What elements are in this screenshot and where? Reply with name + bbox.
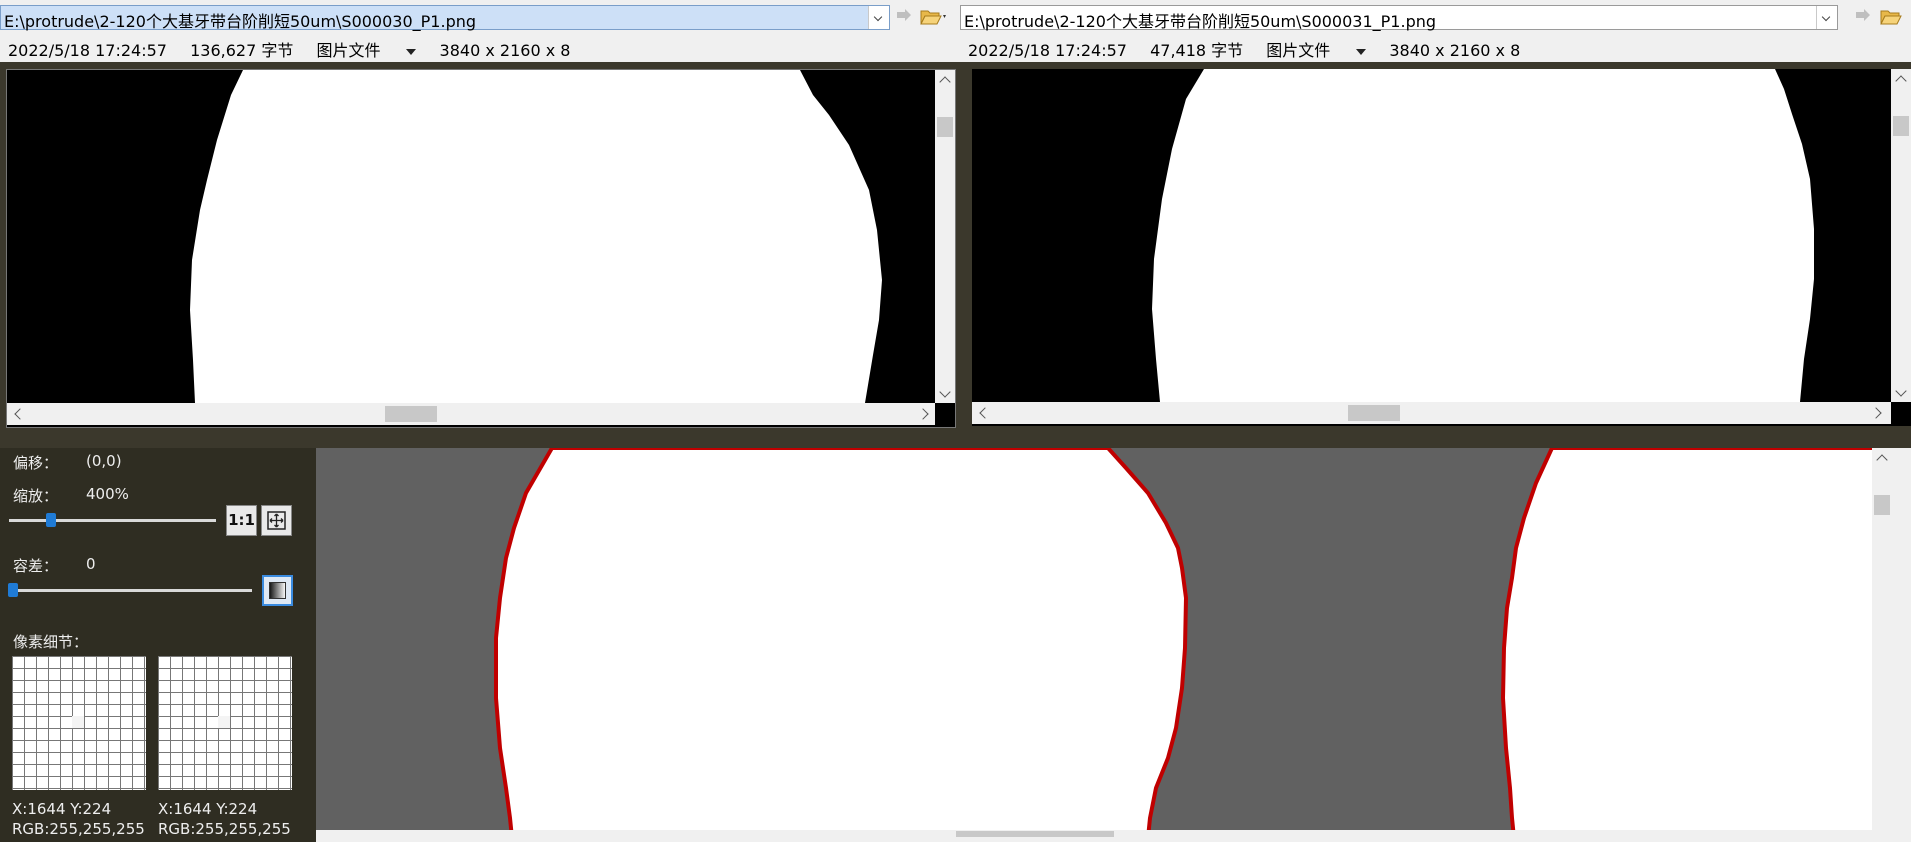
scroll-left-icon[interactable] xyxy=(979,407,991,419)
right-file-size: 47,418 字节 xyxy=(1150,41,1244,60)
left-pixel-grid xyxy=(12,656,146,790)
difference-horizontal-scrollbar[interactable] xyxy=(316,830,1872,838)
scroll-down-icon[interactable] xyxy=(939,386,951,398)
scroll-left-icon[interactable] xyxy=(14,408,26,420)
difference-view[interactable] xyxy=(316,448,1892,838)
left-pixel-coords: X:1644 Y:224 xyxy=(12,800,112,818)
fit-to-window-icon xyxy=(267,511,286,530)
right-file-type[interactable]: 图片文件 xyxy=(1266,41,1367,60)
scrollbar-thumb[interactable] xyxy=(937,117,953,137)
zoom-label: 缩放： xyxy=(13,487,59,505)
right-horizontal-scrollbar[interactable] xyxy=(972,402,1891,424)
left-path-text: E:\protrude\2-120个大基牙带台阶削短50um\S000030_P… xyxy=(4,12,477,31)
scrollbar-thumb[interactable] xyxy=(1348,405,1400,421)
right-path-text: E:\protrude\2-120个大基牙带台阶削短50um\S000031_P… xyxy=(964,12,1437,31)
difference-image xyxy=(316,448,1892,838)
right-file-dims: 3840 x 2160 x 8 xyxy=(1389,41,1521,60)
next-diff-icon[interactable] xyxy=(1852,6,1874,28)
scrollbar-thumb[interactable] xyxy=(1874,495,1890,515)
scroll-up-icon[interactable] xyxy=(939,76,951,88)
compare-control-panel: 偏移： (0,0) 缩放： 400% 1:1 容差： 0 像素细节： X:164… xyxy=(0,448,316,842)
left-pixel-rgb: RGB:255,255,255 xyxy=(12,820,145,838)
left-file-info: 2022/5/18 17:24:57 136,627 字节 图片文件 3840 … xyxy=(8,37,588,61)
center-pixel xyxy=(218,716,230,728)
dropdown-icon[interactable] xyxy=(868,6,889,29)
scroll-right-icon[interactable] xyxy=(917,408,929,420)
zoom-value: 400% xyxy=(86,485,129,503)
left-path-combobox[interactable]: E:\protrude\2-120个大基牙带台阶削短50um\S000030_P… xyxy=(0,5,890,31)
scroll-up-icon[interactable] xyxy=(1895,75,1907,87)
open-folder-icon[interactable] xyxy=(919,6,949,28)
scroll-right-icon[interactable] xyxy=(1870,407,1882,419)
scrollbar-thumb[interactable] xyxy=(956,831,1114,837)
next-diff-icon[interactable] xyxy=(893,6,915,28)
scroll-up-icon[interactable] xyxy=(1876,454,1888,466)
left-image xyxy=(7,70,935,403)
gradient-button[interactable] xyxy=(262,575,293,606)
right-pixel-rgb: RGB:255,255,255 xyxy=(158,820,291,838)
right-path-combobox[interactable]: E:\protrude\2-120个大基牙带台阶削短50um\S000031_P… xyxy=(960,5,1838,31)
right-pixel-coords: X:1644 Y:224 xyxy=(158,800,258,818)
dropdown-icon[interactable] xyxy=(1816,6,1837,29)
open-folder-icon[interactable] xyxy=(1879,6,1909,28)
right-image-pane[interactable] xyxy=(972,69,1911,426)
right-pixel-grid xyxy=(158,656,292,790)
zoom-slider[interactable] xyxy=(9,519,216,522)
tolerance-value: 0 xyxy=(86,555,96,573)
offset-value: (0,0) xyxy=(86,452,122,470)
right-file-type-label: 图片文件 xyxy=(1266,41,1331,60)
left-image-pane[interactable] xyxy=(6,69,956,428)
left-horizontal-scrollbar[interactable] xyxy=(7,403,935,425)
left-file-type[interactable]: 图片文件 xyxy=(316,41,417,60)
right-vertical-scrollbar[interactable] xyxy=(1891,69,1911,402)
tolerance-slider[interactable] xyxy=(9,589,252,592)
tolerance-slider-handle[interactable] xyxy=(8,583,18,597)
left-file-size: 136,627 字节 xyxy=(190,41,294,60)
fit-to-window-button[interactable] xyxy=(261,505,292,536)
left-file-dims: 3840 x 2160 x 8 xyxy=(439,41,571,60)
actual-size-button[interactable]: 1:1 xyxy=(226,505,257,536)
tolerance-label: 容差： xyxy=(13,557,59,575)
scrollbar-thumb[interactable] xyxy=(385,406,437,422)
right-file-date: 2022/5/18 17:24:57 xyxy=(968,41,1127,60)
center-pixel xyxy=(72,716,84,728)
zoom-slider-handle[interactable] xyxy=(46,513,56,527)
scrollbar-thumb[interactable] xyxy=(1893,116,1909,136)
offset-label: 偏移： xyxy=(13,454,59,472)
left-file-date: 2022/5/18 17:24:57 xyxy=(8,41,167,60)
left-file-type-label: 图片文件 xyxy=(316,41,381,60)
dropdown-icon xyxy=(406,48,417,55)
right-file-info: 2022/5/18 17:24:57 47,418 字节 图片文件 3840 x… xyxy=(968,37,1538,61)
gradient-icon xyxy=(269,582,286,599)
difference-vertical-scrollbar[interactable] xyxy=(1872,448,1892,838)
left-vertical-scrollbar[interactable] xyxy=(935,70,955,403)
scroll-down-icon[interactable] xyxy=(1895,385,1907,397)
right-image xyxy=(972,69,1891,402)
pixel-detail-label: 像素细节： xyxy=(13,633,89,651)
dropdown-icon xyxy=(1356,48,1367,55)
